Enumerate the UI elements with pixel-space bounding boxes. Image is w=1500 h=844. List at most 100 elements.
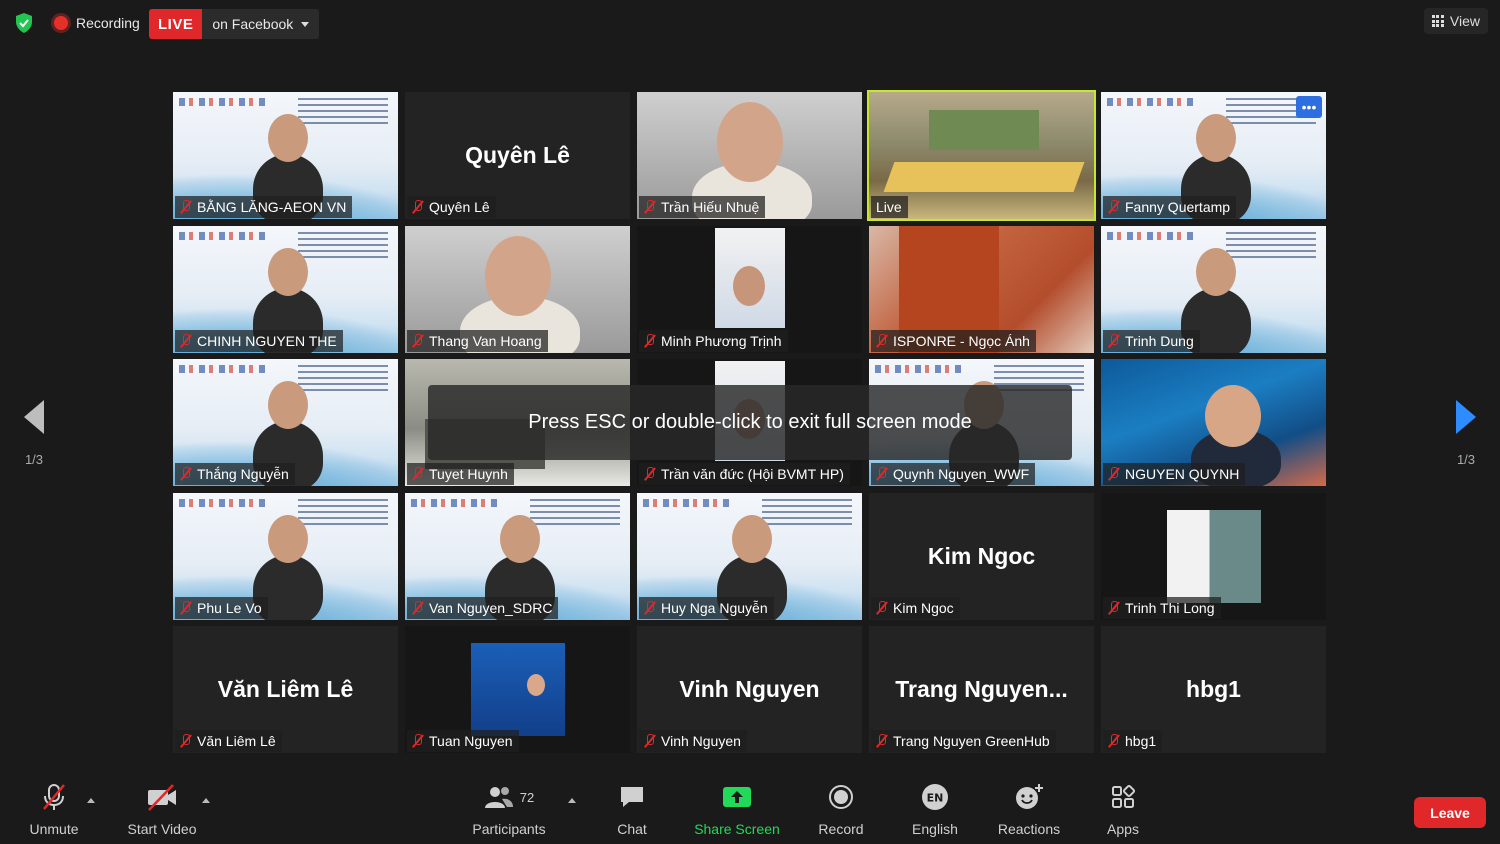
participant-tile[interactable]: Trang Nguyen... Trang Nguyen GreenHub (869, 626, 1094, 753)
participant-tile[interactable]: Fanny Quertamp ••• (1101, 92, 1326, 219)
grid-view-icon (1431, 15, 1444, 27)
unmute-button[interactable]: Unmute (4, 780, 104, 837)
reactions-label: Reactions (997, 821, 1061, 837)
participant-tile[interactable]: Huy Nga Nguyễn (637, 492, 862, 620)
share-screen-button[interactable]: Share Screen (687, 780, 787, 837)
view-label: View (1449, 13, 1480, 29)
participant-tile[interactable]: BẰNG LĂNG-AEON VN (173, 92, 398, 219)
participant-tile[interactable]: Kim Ngoc Kim Ngoc (869, 492, 1094, 620)
previous-page-button[interactable]: 1/3 (14, 400, 54, 467)
participant-tile[interactable]: hbg1 hbg1 (1101, 626, 1326, 753)
recording-indicator[interactable]: Recording (46, 10, 148, 36)
participant-name-label: Kim Ngoc (893, 599, 954, 616)
record-button[interactable]: Record (791, 780, 891, 837)
participant-tile[interactable]: NGUYEN QUYNH (1101, 359, 1326, 486)
language-label: English (912, 821, 958, 837)
reactions-button[interactable]: Reactions (979, 780, 1079, 837)
muted-mic-icon (412, 734, 423, 748)
participant-tile[interactable]: Vinh Nguyen Vinh Nguyen (637, 626, 862, 753)
muted-mic-icon (1108, 467, 1119, 481)
participant-name-label: Quynh Nguyen_WWF (893, 466, 1030, 482)
participant-name-label: Trang Nguyen GreenHub (893, 733, 1050, 749)
apps-button[interactable]: Apps (1073, 780, 1173, 837)
chevron-down-icon (301, 21, 310, 27)
participant-name-label: NGUYEN QUYNH (1125, 466, 1240, 482)
next-page-button[interactable]: 1/3 (1446, 400, 1486, 467)
apps-label: Apps (1107, 821, 1139, 837)
participant-tile[interactable]: Tuan Nguyen (405, 626, 630, 753)
muted-mic-icon (1108, 734, 1119, 748)
participant-name-tag: Quyên Lê (407, 196, 496, 218)
language-globe-icon: EN (922, 784, 948, 810)
language-interpretation-button[interactable]: EN English (885, 780, 985, 837)
participant-name-label: Trinh Dung (1125, 332, 1194, 349)
participant-name-tag: hbg1 (1103, 730, 1163, 752)
participant-name-tag: Kim Ngoc (871, 596, 960, 619)
participant-name-tag: Văn Liêm Lê (175, 730, 282, 752)
participant-tile[interactable]: Văn Liêm Lê Văn Liêm Lê (173, 626, 398, 753)
participant-tile[interactable]: Trần Hiếu Nhuệ (637, 92, 862, 219)
view-button[interactable]: View (1423, 8, 1488, 34)
unmute-label: Unmute (29, 821, 79, 837)
muted-mic-icon (1108, 600, 1119, 615)
muted-mic-icon (644, 734, 655, 748)
participant-name-label: Live (876, 199, 902, 215)
participant-display-name: hbg1 (1186, 676, 1241, 702)
participant-tile[interactable]: Live (867, 90, 1096, 221)
participant-name-label: Fanny Quertamp (1125, 199, 1231, 215)
participant-name-tag: NGUYEN QUYNH (1103, 463, 1246, 485)
start-video-button[interactable]: Start Video (112, 780, 212, 837)
recording-dot-icon (54, 16, 68, 30)
muted-mic-icon (180, 600, 191, 615)
participant-tile[interactable]: Quyên Lê Quyên Lê (405, 92, 630, 219)
participant-tile[interactable]: CHINH NGUYEN THE (173, 225, 398, 353)
participant-name-label: Phu Le Vo (197, 599, 262, 616)
participants-button[interactable]: 72 Participants (459, 780, 559, 837)
leave-meeting-button[interactable]: Leave (1414, 797, 1486, 828)
page-indicator-right: 1/3 (1456, 452, 1476, 467)
meeting-top-bar: Recording LIVE on Facebook View (0, 0, 1500, 50)
participant-tile[interactable]: Thang Van Hoang (405, 225, 630, 353)
participants-options-chevron-icon[interactable] (568, 798, 576, 803)
participant-name-label: Vinh Nguyen (661, 733, 741, 749)
muted-mic-icon (644, 333, 655, 348)
participant-name-label: Van Nguyen_SDRC (429, 599, 553, 616)
participant-tile[interactable]: Phu Le Vo (173, 492, 398, 620)
live-destination-dropdown[interactable]: on Facebook (202, 9, 320, 39)
live-stream-menu[interactable]: LIVE on Facebook (149, 9, 320, 39)
apps-icon (1112, 784, 1136, 808)
participant-name-label: BẰNG LĂNG-AEON VN (197, 199, 347, 215)
muted-mic-icon (876, 734, 887, 748)
participant-tile[interactable]: Thắng Nguyễn (173, 359, 398, 486)
participant-tile[interactable]: Minh Phương Trịnh (637, 225, 862, 353)
participant-display-name: Trang Nguyen... (895, 676, 1068, 702)
muted-mic-icon (1108, 200, 1119, 214)
participants-count: 72 (519, 789, 535, 805)
participant-display-name: Vinh Nguyen (679, 676, 820, 702)
participant-tile[interactable]: Trinh Thi Long (1101, 492, 1326, 620)
chat-button[interactable]: Chat (582, 780, 682, 837)
participant-name-tag: Fanny Quertamp (1103, 196, 1237, 218)
video-options-chevron-icon[interactable] (202, 798, 210, 803)
participant-name-label: Quyên Lê (429, 199, 490, 215)
muted-mic-icon (180, 333, 191, 348)
muted-mic-icon (876, 600, 887, 615)
participant-name-tag: BẰNG LĂNG-AEON VN (175, 196, 353, 218)
language-code: EN (927, 792, 944, 805)
more-options-button[interactable]: ••• (1296, 96, 1322, 118)
participant-name-label: Văn Liêm Lê (197, 733, 276, 749)
participants-icon (484, 787, 513, 808)
participant-name-label: Trần Hiếu Nhuệ (661, 199, 760, 215)
page-indicator-left: 1/3 (24, 452, 44, 467)
share-screen-label: Share Screen (694, 821, 780, 837)
participant-tile[interactable]: Van Nguyen_SDRC (405, 492, 630, 620)
participant-display-name: Kim Ngoc (927, 542, 1036, 569)
participant-tile[interactable]: ISPONRE - Ngọc Ánh (869, 225, 1094, 353)
participant-name-tag: Trần văn đức (Hội BVMT HP) (639, 463, 850, 485)
participant-name-tag: ISPONRE - Ngọc Ánh (871, 329, 1036, 352)
participant-tile[interactable]: Trinh Dung (1101, 225, 1326, 353)
security-shield-icon[interactable] (14, 12, 34, 34)
audio-options-chevron-icon[interactable] (87, 798, 95, 803)
participant-name-tag: Quynh Nguyen_WWF (871, 463, 1036, 485)
live-badge: LIVE (149, 9, 203, 39)
